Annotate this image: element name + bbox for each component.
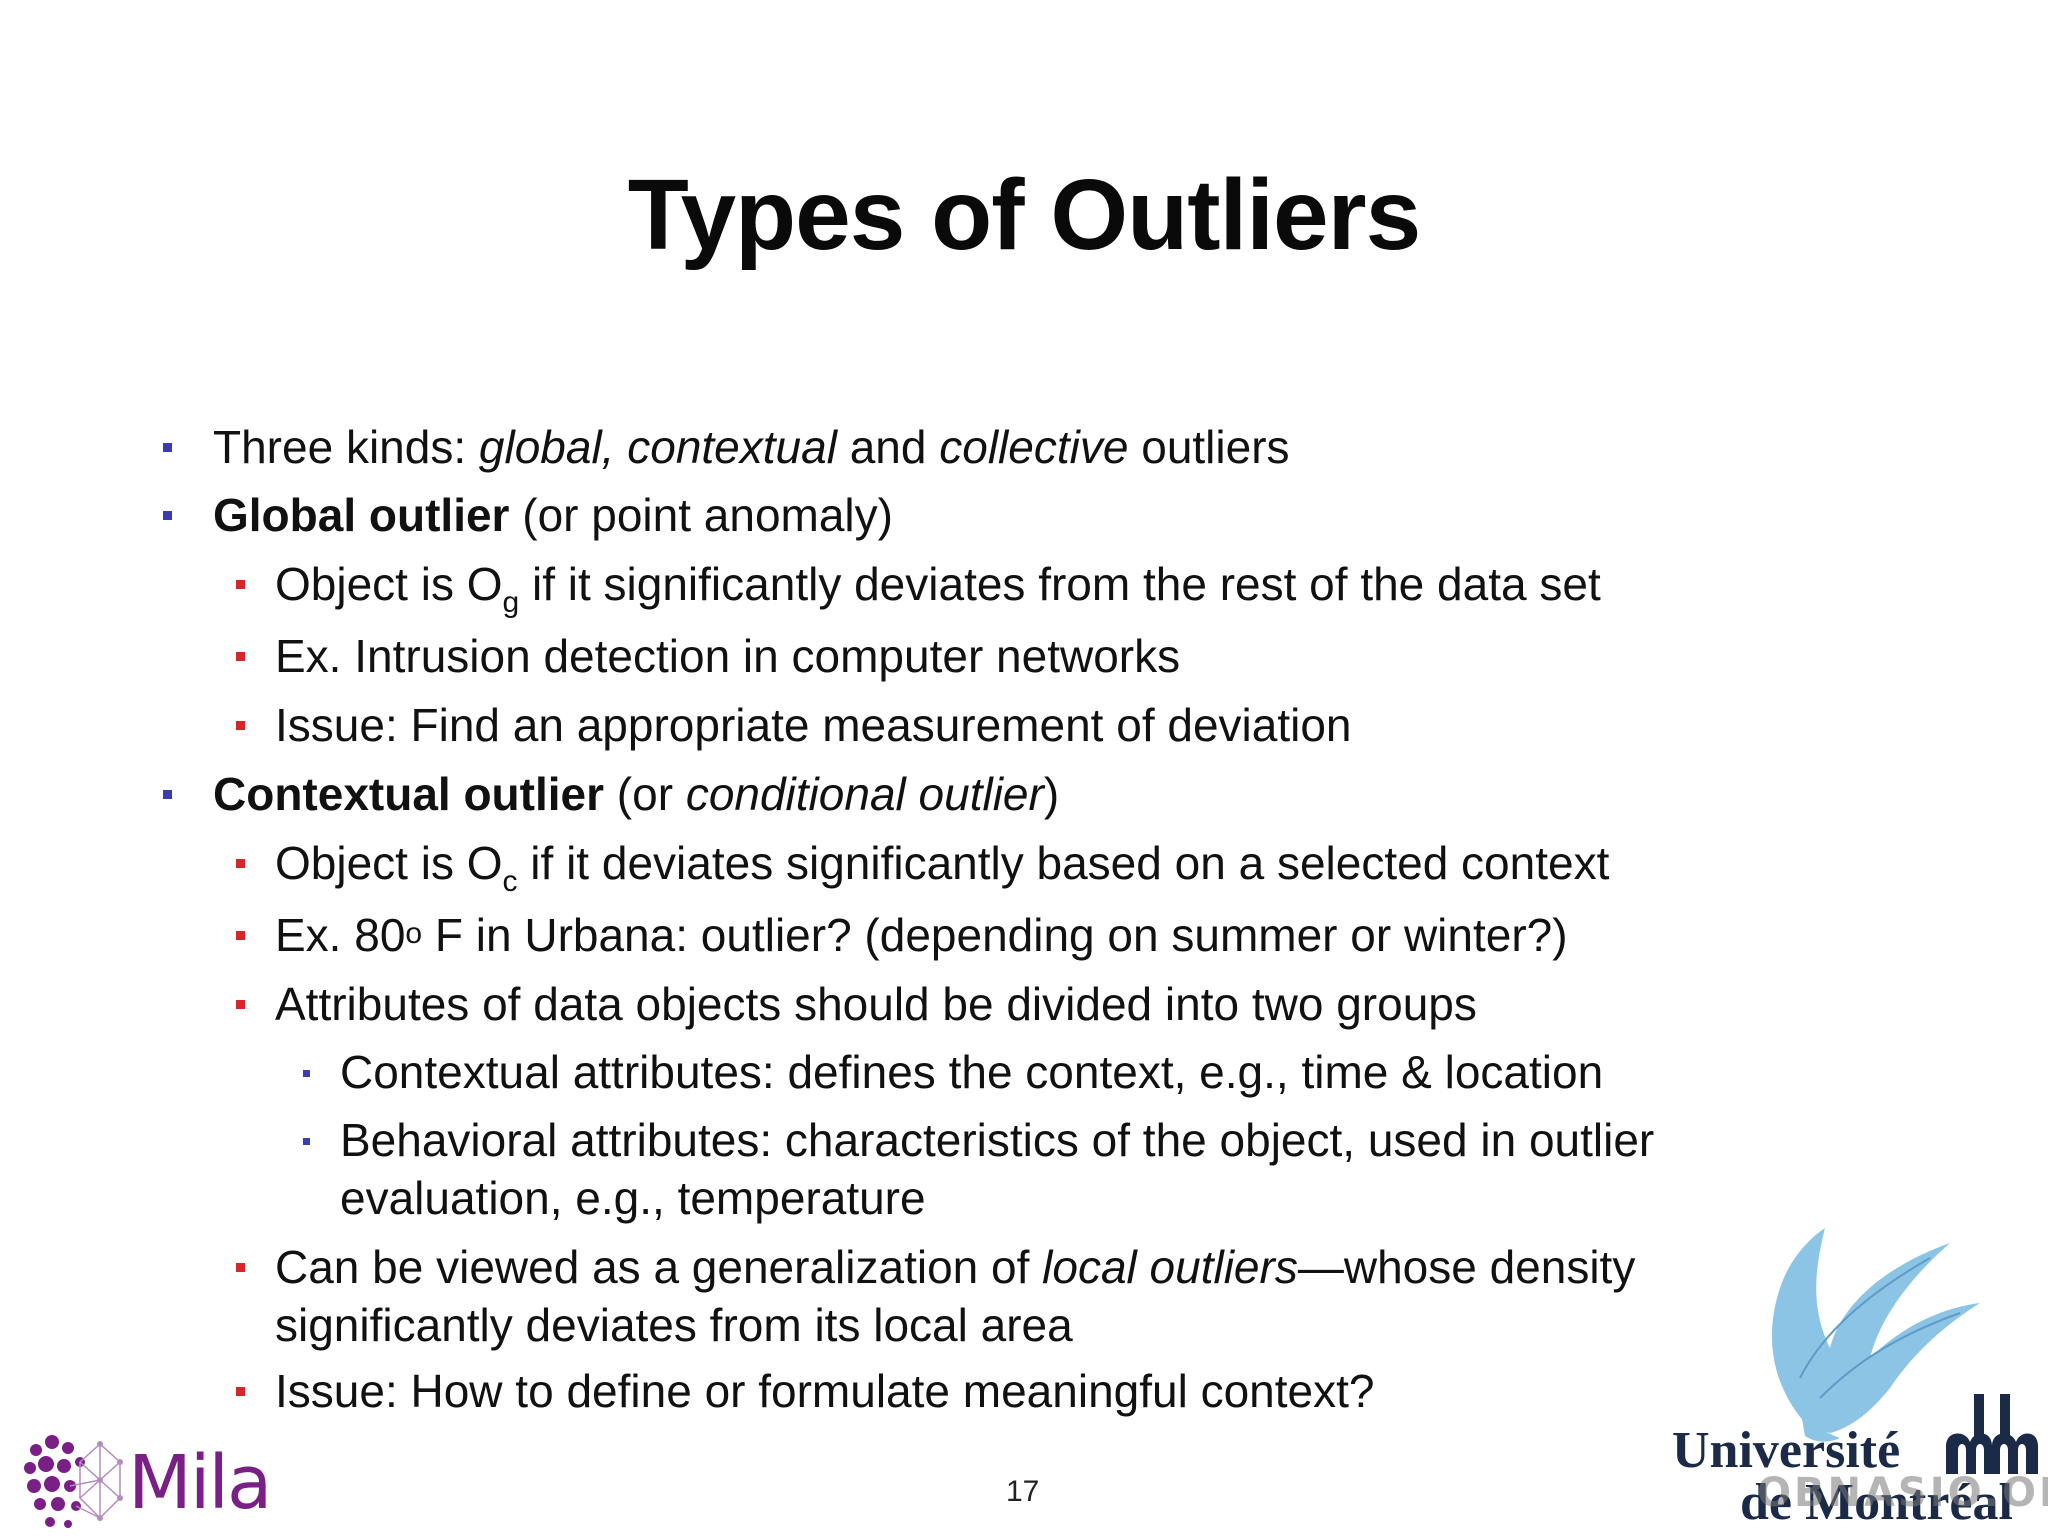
bullet-local-outliers: Can be viewed as a generalization of loc… <box>236 1238 1635 1354</box>
bullet-contextual-outlier: Contextual outlier (or conditional outli… <box>163 765 1059 823</box>
bullet-behavioral-attributes: Behavioral attributes: characteristics o… <box>303 1111 1654 1227</box>
square-bullet-icon <box>236 721 245 730</box>
page-number: 17 <box>1006 1475 1040 1508</box>
square-bullet-icon <box>236 859 245 868</box>
watermark: OBNASIO.ORG <box>1757 1470 2048 1516</box>
bullet-global-example: Ex. Intrusion detection in computer netw… <box>236 627 1180 685</box>
bullet-global-issue: Issue: Find an appropriate measurement o… <box>236 696 1352 754</box>
slide-title: Types of Outliers <box>627 159 1421 271</box>
square-bullet-icon <box>303 1138 310 1145</box>
square-bullet-icon <box>163 790 172 799</box>
square-bullet-icon <box>236 580 245 589</box>
bullet-attribute-groups: Attributes of data objects should be div… <box>236 975 1477 1033</box>
square-bullet-icon <box>236 931 245 940</box>
bullet-three-kinds: Three kinds: global, contextual and coll… <box>163 418 1290 476</box>
slide: Types of Outliers Three kinds: global, c… <box>0 0 2048 1536</box>
mila-wordmark: Mila <box>128 1440 272 1526</box>
bullet-contextual-issue: Issue: How to define or formulate meanin… <box>236 1362 1375 1420</box>
square-bullet-icon <box>303 1070 310 1077</box>
square-bullet-icon <box>163 511 172 520</box>
bullet-contextual-definition: Object is Oc if it deviates significantl… <box>236 834 1609 897</box>
bullet-global-definition: Object is Og if it significantly deviate… <box>236 555 1601 618</box>
bullet-contextual-attributes: Contextual attributes: defines the conte… <box>303 1043 1603 1101</box>
bullet-global-outlier: Global outlier (or point anomaly) <box>163 486 893 544</box>
square-bullet-icon <box>163 443 172 452</box>
square-bullet-icon <box>236 652 245 661</box>
square-bullet-icon <box>236 1000 245 1009</box>
bullet-contextual-example: Ex. 80o F in Urbana: outlier? (depending… <box>236 906 1568 964</box>
udem-monogram-icon <box>1946 1394 2038 1474</box>
square-bullet-icon <box>236 1387 245 1396</box>
square-bullet-icon <box>236 1263 245 1272</box>
